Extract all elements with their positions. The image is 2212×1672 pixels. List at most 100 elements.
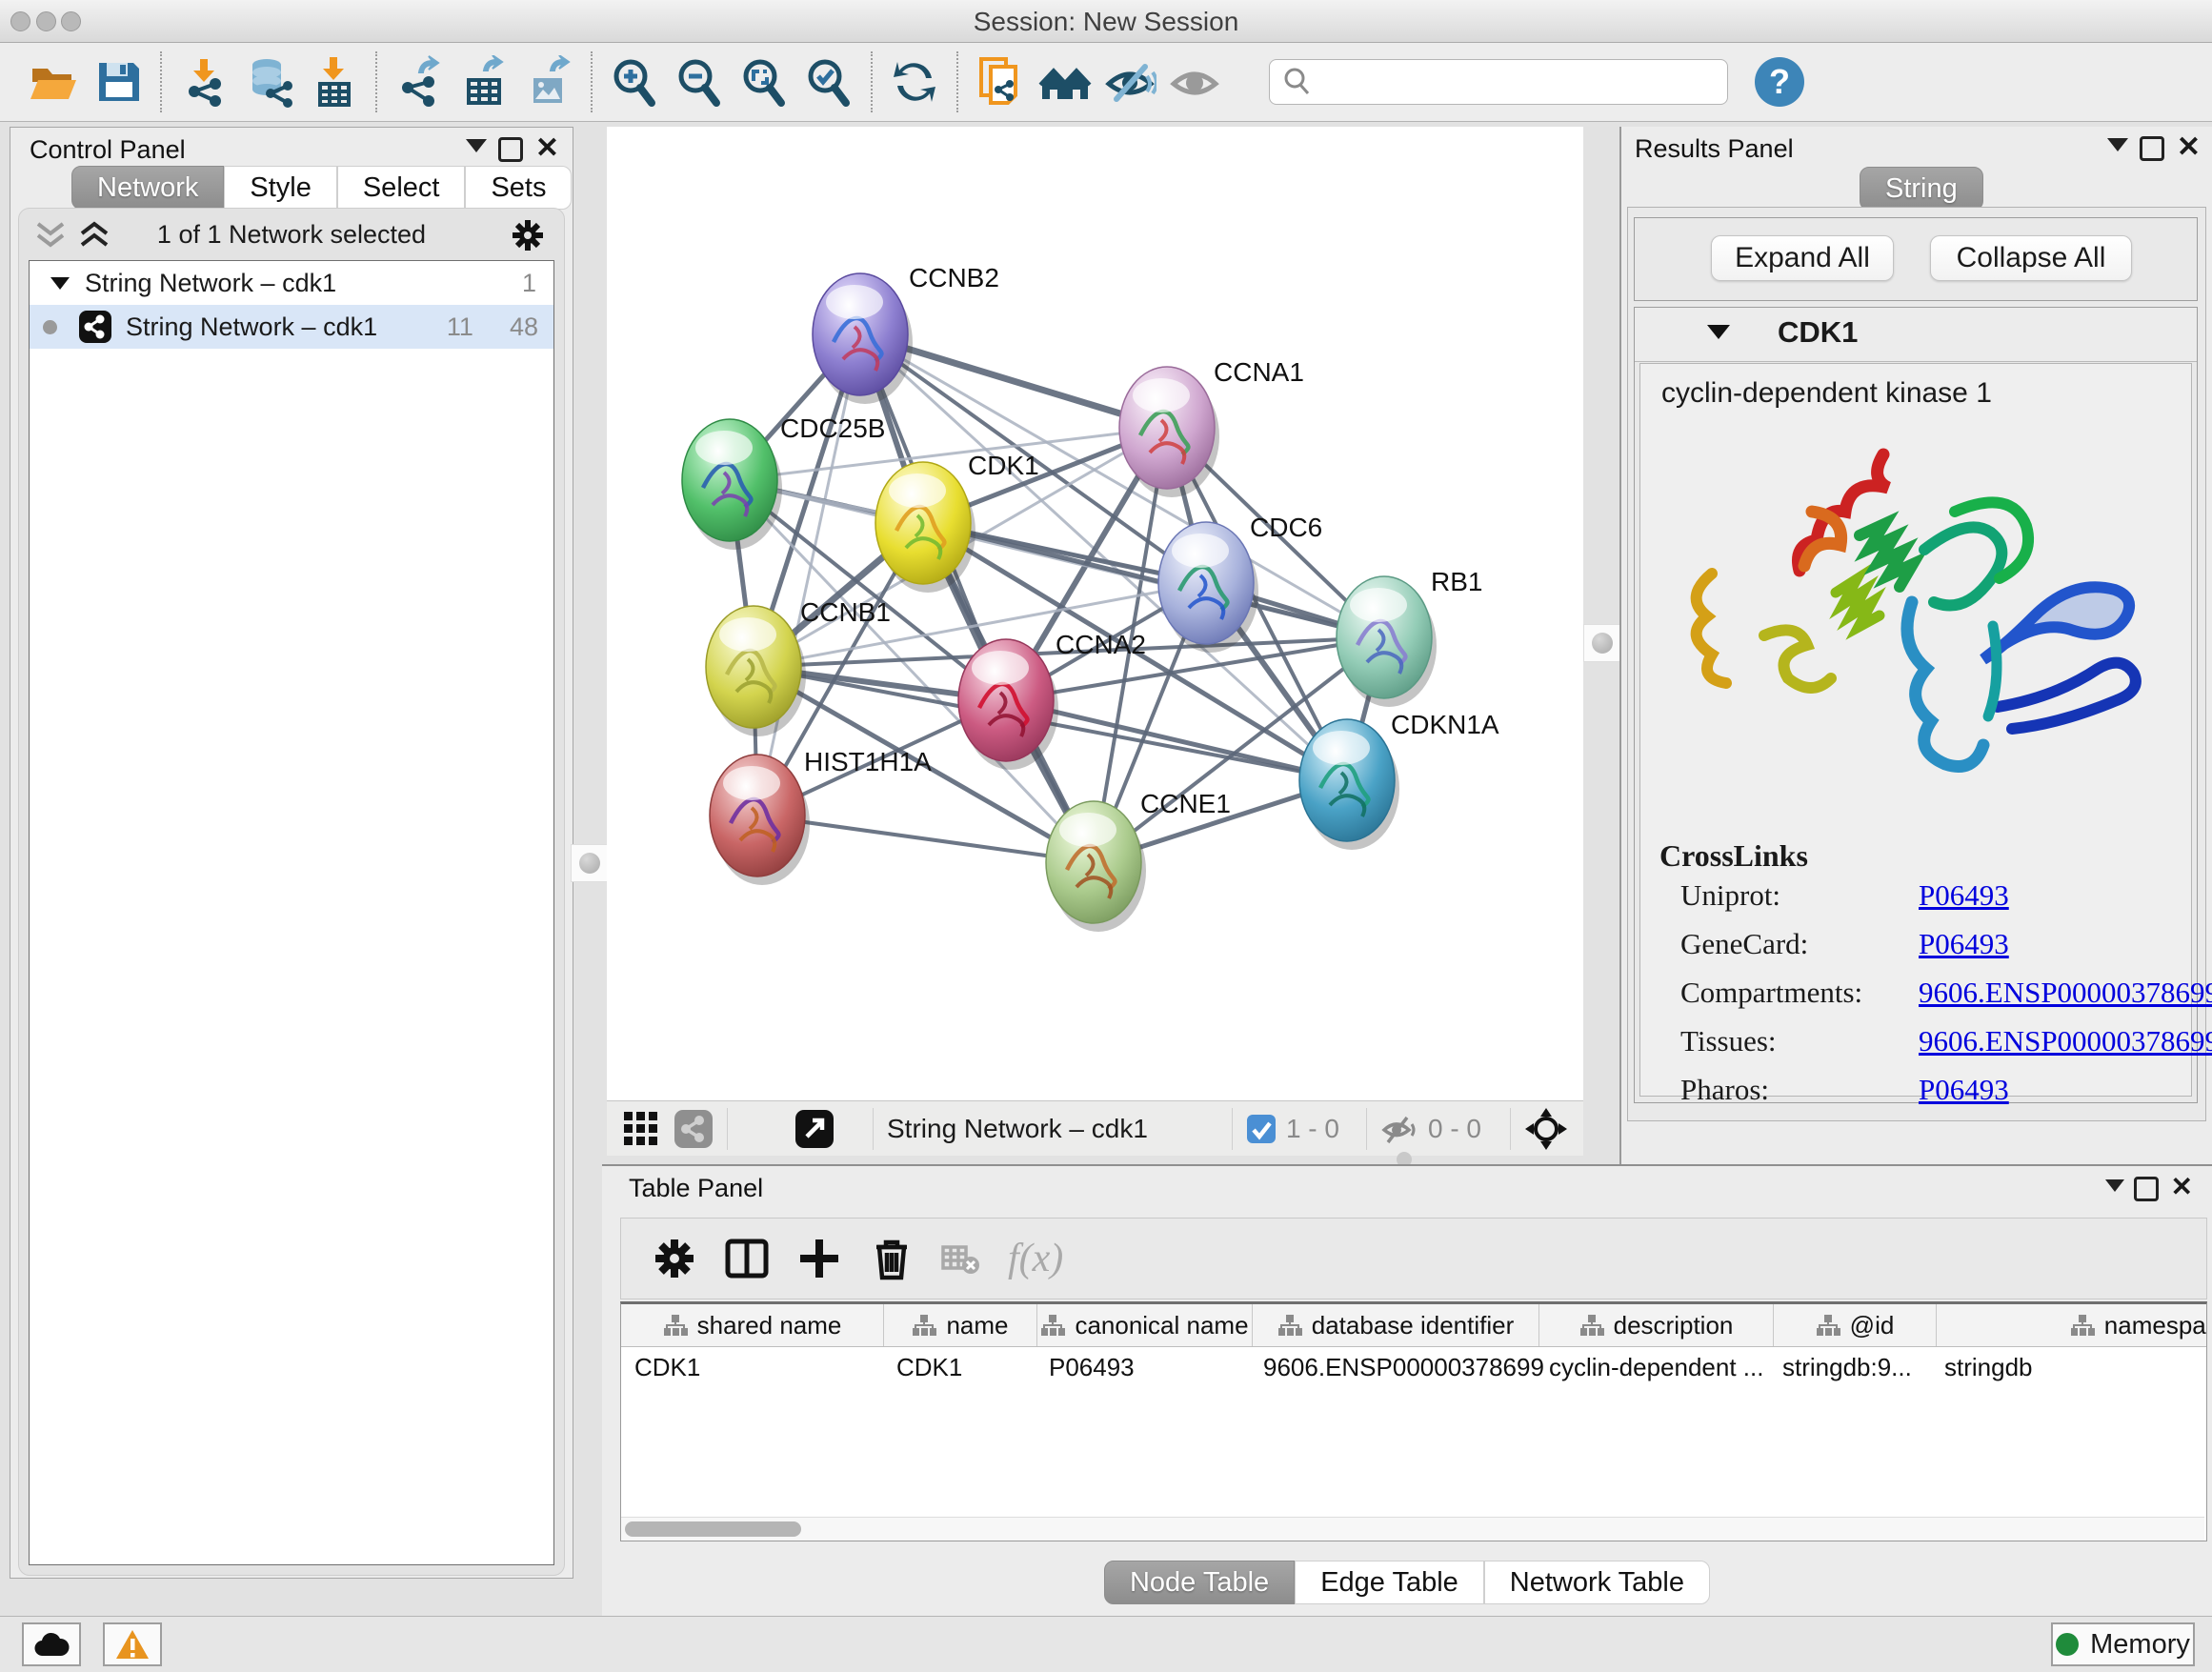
automation-cloud-button[interactable] — [22, 1622, 81, 1666]
column-header-database-identifier[interactable]: database identifier — [1253, 1304, 1539, 1346]
table-cell[interactable]: cyclin-dependent ... — [1536, 1346, 1769, 1388]
crosslink-value-link[interactable]: 9606.ENSP00000378699 — [1919, 976, 2212, 1010]
network-view-mode-icon[interactable] — [674, 1109, 714, 1149]
network-node-cdc25b[interactable]: CDC25B — [682, 413, 885, 550]
show-all-icon[interactable] — [1168, 55, 1221, 109]
panel-close-icon[interactable]: ✕ — [2177, 131, 2201, 164]
hscrollbar-thumb[interactable] — [625, 1521, 801, 1537]
column-header-shared-name[interactable]: shared name — [621, 1304, 884, 1346]
network-collection-row[interactable]: String Network – cdk1 1 — [30, 261, 553, 305]
open-folder-icon[interactable] — [27, 55, 80, 109]
entry-expander-icon[interactable] — [1707, 325, 1730, 339]
column-header--id[interactable]: @id — [1774, 1304, 1937, 1346]
panel-float-icon[interactable] — [498, 137, 523, 162]
collapse-all-button[interactable]: Collapse All — [1930, 235, 2132, 281]
panel-close-icon[interactable]: ✕ — [2171, 1171, 2193, 1202]
save-icon[interactable] — [91, 55, 145, 109]
left-splitter-handle[interactable] — [571, 844, 609, 882]
show-columns-icon[interactable] — [722, 1234, 772, 1283]
crosslink-value-link[interactable]: P06493 — [1919, 927, 2009, 961]
panel-float-icon[interactable] — [2134, 1177, 2159, 1201]
table-cell[interactable]: P06493 — [1036, 1346, 1250, 1388]
column-header-namespace[interactable]: namespace — [1937, 1304, 2207, 1346]
network-node-ccna1[interactable]: CCNA1 — [1119, 357, 1304, 497]
tab-network-table[interactable]: Network Table — [1484, 1561, 1710, 1604]
first-neighbors-icon[interactable] — [1038, 55, 1092, 109]
network-node-cdk1[interactable]: CDK1 — [875, 451, 1039, 593]
tab-style[interactable]: Style — [224, 166, 336, 210]
network-graph[interactable]: CCNB2CCNA1CDC25BCDK1CDC6RB1CCNB1CCNA2CDK… — [607, 127, 1583, 1100]
zoom-selected-icon[interactable] — [802, 55, 855, 109]
panel-float-icon[interactable] — [2140, 136, 2164, 161]
node-entry-header[interactable]: CDK1 — [1635, 308, 2197, 362]
tab-string[interactable]: String — [1860, 167, 1983, 211]
table-hscrollbar[interactable] — [621, 1517, 2204, 1541]
right-splitter-handle[interactable] — [1583, 624, 1621, 662]
table-cell[interactable]: stringdb — [1931, 1346, 2207, 1388]
open-in-new-window-icon[interactable] — [794, 1109, 835, 1149]
network-node-cdc6[interactable]: CDC6 — [1158, 513, 1322, 653]
table-cell[interactable]: CDK1 — [621, 1346, 883, 1388]
tab-sets[interactable]: Sets — [465, 166, 572, 210]
column-header-canonical-name[interactable]: canonical name — [1037, 1304, 1253, 1346]
export-network-icon[interactable] — [392, 55, 446, 109]
network-node-ccne1[interactable]: CCNE1 — [1046, 789, 1231, 932]
zoom-out-icon[interactable] — [673, 55, 726, 109]
column-header-description[interactable]: description — [1539, 1304, 1774, 1346]
warnings-button[interactable] — [103, 1622, 162, 1666]
network-edge[interactable] — [757, 334, 860, 816]
panel-collapse-icon[interactable] — [2105, 1179, 2124, 1192]
column-type-icon — [663, 1313, 688, 1338]
table-row[interactable]: CDK1CDK1P064939606.ENSP00000378699cyclin… — [621, 1346, 2207, 1388]
network-node-hist1h1a[interactable]: HIST1H1A — [710, 747, 932, 885]
network-view-canvas[interactable]: CCNB2CCNA1CDC25BCDK1CDC6RB1CCNB1CCNA2CDK… — [607, 127, 1583, 1100]
table-cell[interactable]: CDK1 — [883, 1346, 1036, 1388]
tab-edge-table[interactable]: Edge Table — [1295, 1561, 1484, 1604]
export-table-icon[interactable] — [457, 55, 511, 109]
network-row-selected[interactable]: String Network – cdk1 11 48 — [30, 305, 553, 349]
import-table-icon[interactable] — [307, 55, 360, 109]
import-database-icon[interactable] — [242, 55, 295, 109]
expand-all-button[interactable]: Expand All — [1711, 235, 1894, 281]
gear-icon[interactable] — [509, 216, 547, 254]
table-cell[interactable]: 9606.ENSP00000378699 — [1250, 1346, 1536, 1388]
crosslink-value-link[interactable]: P06493 — [1919, 878, 2009, 913]
network-node-cdkn1a[interactable]: CDKN1A — [1299, 710, 1499, 850]
hide-selected-icon[interactable] — [1103, 55, 1156, 109]
panel-close-icon[interactable]: ✕ — [535, 131, 559, 165]
horizontal-splitter-handle[interactable] — [1393, 1155, 1416, 1164]
node-label: CDKN1A — [1391, 710, 1499, 739]
grid-view-icon[interactable] — [622, 1110, 660, 1148]
zoom-fit-icon[interactable] — [737, 55, 791, 109]
search-input[interactable] — [1269, 59, 1728, 105]
birds-eye-view-icon[interactable] — [1524, 1107, 1568, 1151]
tab-network[interactable]: Network — [71, 166, 224, 210]
export-image-icon[interactable] — [522, 55, 575, 109]
network-node-rb1[interactable]: RB1 — [1337, 567, 1482, 707]
hidden-eye-icon[interactable] — [1380, 1113, 1420, 1145]
zoom-in-icon[interactable] — [608, 55, 661, 109]
crosslink-value-link[interactable]: P06493 — [1919, 1073, 2009, 1107]
network-from-selection-icon[interactable] — [974, 55, 1027, 109]
tree-expander-icon[interactable] — [50, 277, 70, 290]
table-options-gear-icon[interactable] — [650, 1234, 699, 1283]
tab-node-table[interactable]: Node Table — [1104, 1561, 1295, 1604]
panel-collapse-icon[interactable] — [466, 139, 487, 152]
panel-collapse-icon[interactable] — [2107, 138, 2128, 151]
table-cell[interactable]: stringdb:9... — [1769, 1346, 1931, 1388]
crosslink-label: Pharos: — [1680, 1073, 1919, 1107]
network-node-ccnb2[interactable]: CCNB2 — [813, 263, 999, 404]
selected-checkbox-icon[interactable] — [1246, 1114, 1277, 1144]
column-header-name[interactable]: name — [884, 1304, 1037, 1346]
node-entry-box: CDK1 cyclin-dependent kinase 1 — [1634, 307, 2198, 1103]
import-network-icon[interactable] — [177, 55, 231, 109]
add-column-icon[interactable] — [794, 1234, 844, 1283]
help-button[interactable]: ? — [1755, 57, 1804, 107]
network-node-ccna2[interactable]: CCNA2 — [958, 630, 1146, 770]
refresh-icon[interactable] — [888, 55, 941, 109]
memory-button[interactable]: Memory — [2051, 1622, 2195, 1666]
delete-column-trash-icon[interactable] — [867, 1234, 916, 1283]
tab-select[interactable]: Select — [337, 166, 466, 210]
crosslink-value-link[interactable]: 9606.ENSP00000378699 — [1919, 1024, 2212, 1058]
node-table[interactable]: shared namenamecanonical namedatabase id… — [620, 1301, 2207, 1541]
